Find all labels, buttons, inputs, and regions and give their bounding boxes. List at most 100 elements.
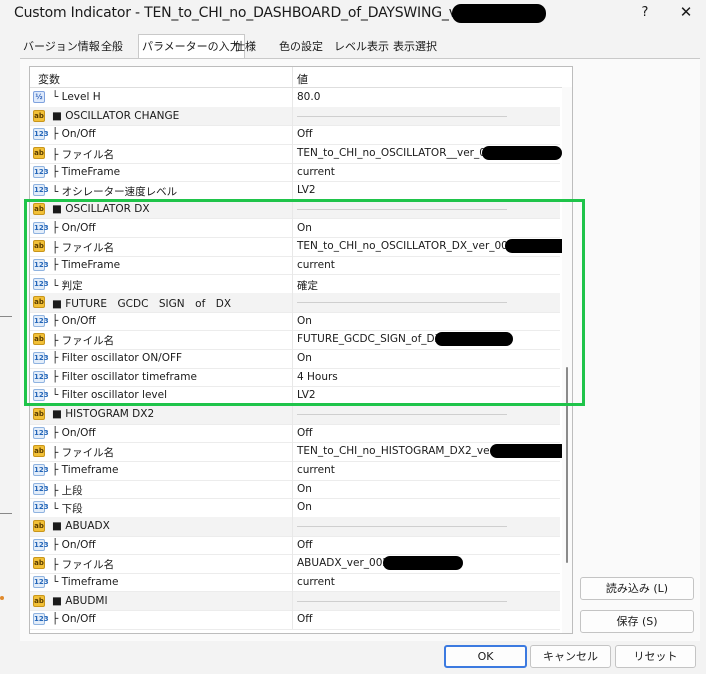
parameter-name: └ オシレーター速度レベル bbox=[52, 186, 178, 199]
parameter-value[interactable]: current bbox=[297, 464, 335, 476]
ok-button[interactable]: OK bbox=[444, 645, 527, 668]
parameter-row[interactable]: 123 └ Filter oscillator level LV2 bbox=[30, 386, 560, 406]
group-row[interactable]: ab ■ FUTURE GCDC SIGN of DX bbox=[30, 293, 560, 313]
string-type-icon: ab bbox=[33, 557, 45, 570]
parameter-row[interactable]: 123 └ Timeframe current bbox=[30, 572, 560, 593]
parameter-row[interactable]: 123 ├ On/Off Off bbox=[30, 423, 560, 444]
cell-divider bbox=[292, 498, 293, 518]
parameter-name: ├ Timeframe bbox=[52, 464, 119, 476]
parameter-value[interactable]: On bbox=[297, 222, 312, 234]
parameter-value[interactable]: LV2 bbox=[297, 184, 316, 196]
parameter-value[interactable]: ABUADX_ver_002_ bbox=[297, 557, 394, 569]
parameter-value[interactable]: current bbox=[297, 576, 335, 588]
column-header-value[interactable]: 値 bbox=[297, 71, 308, 87]
vertical-scrollbar[interactable] bbox=[562, 87, 572, 633]
parameter-value[interactable]: current bbox=[297, 259, 335, 271]
parameter-list[interactable]: 変数 値 ½ └ Level H 80.0 ab ■ OSCILLATOR CHANGE… bbox=[29, 66, 573, 634]
parameter-row[interactable]: 123 ├ TimeFrame current bbox=[30, 255, 560, 276]
cell-divider bbox=[292, 442, 293, 462]
parameter-value[interactable]: On bbox=[297, 483, 312, 495]
parameter-row[interactable]: 123 ├ Timeframe current bbox=[30, 461, 560, 481]
parameter-name: ├ Filter oscillator timeframe bbox=[52, 370, 197, 383]
parameter-value[interactable]: FUTURE_GCDC_SIGN_of_DX_ bbox=[297, 333, 447, 345]
parameter-name: ├ ファイル名 bbox=[52, 559, 115, 572]
integer-type-icon: 123 bbox=[33, 464, 49, 476]
parameter-row[interactable]: ab ├ ファイル名 ABUADX_ver_002_ bbox=[30, 554, 560, 574]
cancel-button[interactable]: キャンセル bbox=[530, 645, 611, 668]
parameter-row[interactable]: ab ├ ファイル名 FUTURE_GCDC_SIGN_of_DX_ bbox=[30, 330, 560, 351]
parameter-value[interactable]: TEN_to_CHI_no_OSCILLATOR_DX_ver_003_1 bbox=[297, 240, 526, 252]
parameter-row[interactable]: 123 ├ Filter oscillator timeframe 4 Hours bbox=[30, 367, 560, 388]
parameter-row[interactable]: 123 ├ On/Off On bbox=[30, 218, 560, 239]
tab-parameters[interactable]: パラメーターの入力 bbox=[138, 34, 245, 59]
cell-divider bbox=[292, 386, 293, 406]
scrollbar-thumb[interactable] bbox=[566, 367, 568, 563]
parameter-row[interactable]: 123 └ 下段 On bbox=[30, 498, 560, 518]
parameter-row[interactable]: 123 └ 判定 確定 bbox=[30, 274, 560, 295]
cell-divider bbox=[292, 218, 293, 238]
string-type-icon: ab bbox=[33, 240, 45, 253]
parameter-value[interactable]: On bbox=[297, 315, 312, 327]
parameter-row[interactable]: 123 ├ On/Off On bbox=[30, 311, 560, 332]
group-row[interactable]: ab ■ ABUDMI bbox=[30, 591, 560, 612]
parameter-row[interactable]: 123 ├ On/Off Off bbox=[30, 610, 560, 630]
parameter-value[interactable]: TEN_to_CHI_no_OSCILLATOR__ver_005 bbox=[297, 147, 499, 159]
integer-type-icon: 123 bbox=[33, 184, 49, 197]
parameter-value[interactable]: current bbox=[297, 166, 335, 178]
parameter-row[interactable]: 123 ├ On/Off Off bbox=[30, 125, 560, 145]
group-row[interactable]: ab ■ OSCILLATOR CHANGE bbox=[30, 106, 560, 127]
parameter-value[interactable]: TEN_to_CHI_no_HISTOGRAM_DX2_ver2_ bbox=[297, 445, 506, 457]
tab-level-display[interactable]: レベル表示 bbox=[331, 36, 392, 57]
parameter-row[interactable]: 123 ├ 上段 On bbox=[30, 479, 560, 500]
string-type-icon: ab bbox=[33, 296, 45, 309]
parameter-row[interactable]: ab ├ ファイル名 TEN_to_CHI_no_HISTOGRAM_DX2_ver… bbox=[30, 442, 568, 462]
parameter-name: ├ ファイル名 bbox=[52, 148, 115, 161]
tab-version-info[interactable]: バージョン情報 bbox=[20, 36, 103, 57]
load-button[interactable]: 読み込み (L) bbox=[580, 577, 694, 600]
parameter-value[interactable]: 確定 bbox=[297, 278, 318, 293]
parameter-value[interactable]: Off bbox=[297, 427, 313, 439]
parameter-row[interactable]: 123 ├ Filter oscillator ON/OFF On bbox=[30, 349, 560, 369]
group-row[interactable]: ab ■ HISTOGRAM DX2 bbox=[30, 405, 560, 425]
redaction-mark bbox=[490, 444, 568, 459]
double-type-icon: ½ bbox=[33, 91, 45, 103]
tab-general[interactable]: 全般 bbox=[98, 36, 126, 57]
group-row[interactable]: ab ■ OSCILLATOR DX bbox=[30, 199, 560, 220]
group-row[interactable]: ab ■ ABUADX bbox=[30, 516, 560, 537]
parameter-value[interactable]: 4 Hours bbox=[297, 371, 338, 383]
parameter-row[interactable]: ab ├ ファイル名 TEN_to_CHI_no_OSCILLATOR__ver_0… bbox=[30, 143, 562, 164]
parameter-value[interactable]: Off bbox=[297, 613, 313, 625]
parameter-value[interactable]: 80.0 bbox=[297, 91, 320, 103]
parameter-name: ├ ファイル名 bbox=[52, 447, 115, 460]
parameter-value[interactable]: On bbox=[297, 352, 312, 364]
integer-type-icon: 123 bbox=[33, 538, 49, 551]
parameter-value[interactable]: LV2 bbox=[297, 389, 316, 401]
column-divider[interactable] bbox=[292, 67, 293, 87]
parameter-row[interactable]: 123 ├ On/Off Off bbox=[30, 535, 560, 556]
parameter-row[interactable]: 123 ├ TimeFrame current bbox=[30, 162, 560, 183]
save-button[interactable]: 保存 (S) bbox=[580, 610, 694, 633]
parameter-name: ├ On/Off bbox=[52, 128, 96, 141]
parameter-name: ├ On/Off bbox=[52, 613, 96, 626]
column-header-variable[interactable]: 変数 bbox=[38, 71, 60, 87]
integer-type-icon: 123 bbox=[33, 389, 49, 402]
cell-divider bbox=[292, 572, 293, 592]
help-button[interactable]: ? bbox=[636, 5, 654, 20]
integer-type-icon: 123 bbox=[33, 426, 49, 439]
parameter-row[interactable]: ½ └ Level H 80.0 bbox=[30, 88, 560, 108]
parameter-row[interactable]: 123 └ オシレーター速度レベル LV2 bbox=[30, 181, 560, 201]
group-divider bbox=[297, 208, 507, 210]
reset-button[interactable]: リセット bbox=[615, 645, 696, 668]
parameter-value[interactable]: On bbox=[297, 501, 312, 513]
parameter-value[interactable]: Off bbox=[297, 128, 313, 140]
tab-specification[interactable]: 仕様 bbox=[231, 36, 259, 57]
close-button[interactable]: ✕ bbox=[676, 3, 696, 21]
group-divider bbox=[297, 414, 507, 416]
cell-divider bbox=[292, 143, 293, 163]
tab-color-settings[interactable]: 色の設定 bbox=[276, 36, 326, 57]
cell-divider bbox=[292, 274, 293, 294]
integer-type-icon: 123 bbox=[33, 501, 49, 514]
parameter-row[interactable]: ab ├ ファイル名 TEN_to_CHI_no_OSCILLATOR_DX_ver… bbox=[30, 237, 572, 257]
parameter-value[interactable]: Off bbox=[297, 539, 313, 551]
tab-display-select[interactable]: 表示選択 bbox=[390, 36, 440, 57]
